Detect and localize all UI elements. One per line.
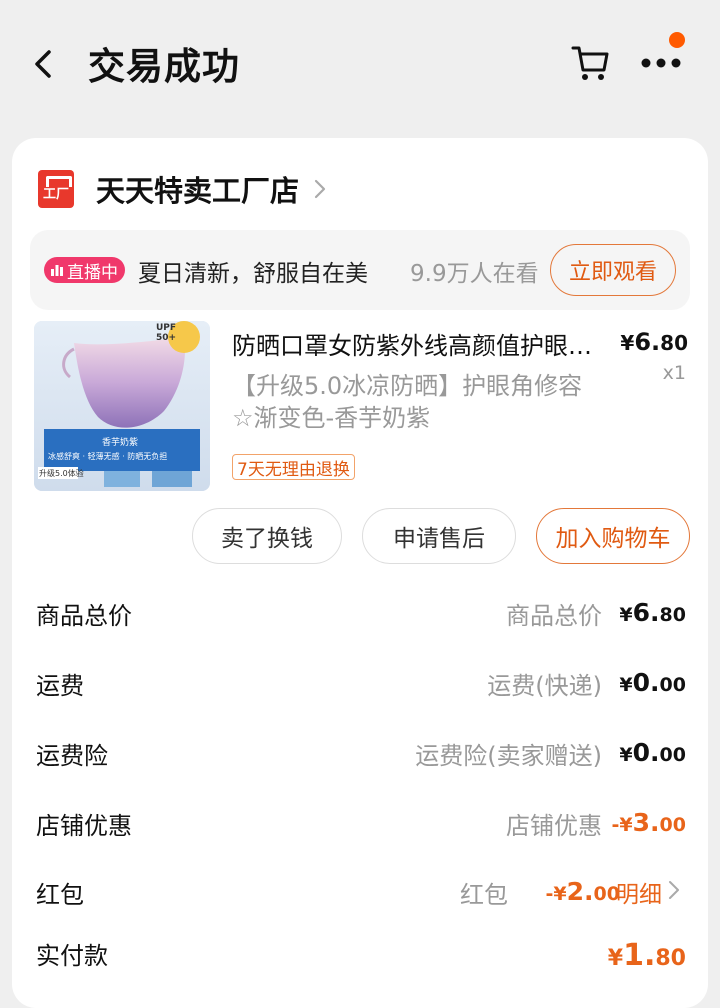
row-value: -¥3.00 (611, 808, 686, 837)
chevron-right-icon[interactable] (668, 880, 680, 900)
add-to-cart-button[interactable]: 加入购物车 (536, 508, 690, 564)
back-icon[interactable] (30, 44, 56, 84)
notification-dot (669, 32, 685, 48)
sell-button[interactable]: 卖了换钱 (192, 508, 342, 564)
product-quantity: x1 (662, 362, 686, 384)
price-decimal: 80 (660, 331, 688, 355)
chevron-right-icon (314, 179, 326, 199)
row-label: 运费险 (36, 742, 108, 770)
product-spec: 【升级5.0冰凉防晒】护眼角修容☆渐变色-香芋奶紫 (232, 372, 583, 432)
color-name-label: 香芋奶紫 (102, 438, 139, 448)
top-bar: 交易成功 (0, 0, 720, 125)
product-price: ¥6.80 (620, 328, 688, 356)
shop-logo: 工厂 (38, 170, 74, 208)
currency-symbol: ¥ (620, 331, 635, 355)
row-value: ¥0.00 (619, 738, 686, 767)
summary-row-paid: 实付款 ¥1.80 (12, 932, 708, 976)
row-value: ¥6.80 (619, 598, 686, 627)
viewer-count: 9.9万人在看 (410, 261, 539, 287)
row-label: 运费 (36, 672, 84, 700)
summary-row-shipping: 运费 运费(快递) ¥0.00 (12, 662, 708, 706)
order-card: 工厂 天天特卖工厂店 直播中 夏日清新，舒服自在美 9.9万人在看 立即观看 U… (12, 138, 708, 1008)
live-badge: 直播中 (44, 257, 125, 283)
version-tag-label: 升级5.0体验 (39, 469, 84, 478)
summary-row-shipping-insurance: 运费险 运费险(卖家赠送) ¥0.00 (12, 732, 708, 776)
row-value: -¥2.00 (545, 877, 620, 906)
summary-row-total: 商品总价 商品总价 ¥6.80 (12, 592, 708, 636)
summary-row-hongbao[interactable]: 红包 红包 -¥2.00 明细 (12, 871, 708, 915)
mask-illustration (34, 321, 210, 491)
row-label: 实付款 (36, 942, 108, 970)
row-value: ¥0.00 (619, 668, 686, 697)
row-sub-label: 店铺优惠 (506, 812, 602, 840)
live-bars-icon (51, 265, 63, 276)
shop-header[interactable]: 工厂 天天特卖工厂店 (38, 168, 327, 210)
price-integer: 6. (634, 328, 661, 356)
row-sub-label: 运费险(卖家赠送) (415, 742, 602, 770)
after-sale-button[interactable]: 申请售后 (362, 508, 516, 564)
return-policy-tag: 7天无理由退换 (232, 454, 355, 480)
live-text: 夏日清新，舒服自在美 (138, 261, 368, 287)
row-sub-label: 商品总价 (506, 602, 602, 630)
cart-icon[interactable] (570, 42, 610, 84)
row-label: 商品总价 (36, 602, 132, 630)
more-icon[interactable] (640, 54, 682, 72)
row-sub-label: 红包 (460, 881, 508, 909)
row-label: 红包 (36, 881, 84, 909)
live-banner[interactable]: 直播中 夏日清新，舒服自在美 9.9万人在看 立即观看 (30, 230, 690, 310)
summary-row-shop-discount: 店铺优惠 店铺优惠 -¥3.00 (12, 802, 708, 846)
features-label: 冰感舒爽 · 轻薄无感 · 防晒无负担 (48, 452, 168, 461)
product-image[interactable]: UPF 50+ 香芋奶紫 冰感舒爽 · 轻薄无感 · 防晒无负担 升级5.0体验 (34, 321, 210, 491)
live-badge-label: 直播中 (67, 262, 118, 283)
shop-name[interactable]: 天天特卖工厂店 (96, 168, 299, 210)
row-sub-label: 运费(快递) (487, 672, 602, 700)
watch-now-button[interactable]: 立即观看 (550, 244, 676, 296)
detail-link[interactable]: 明细 (616, 875, 662, 909)
upf-label: UPF 50+ (156, 323, 177, 343)
paid-amount: ¥1.80 (607, 938, 686, 973)
row-label: 店铺优惠 (36, 812, 132, 840)
product-title[interactable]: 防晒口罩女防紫外线高颜值护眼角修容 (232, 326, 612, 361)
page-title: 交易成功 (88, 45, 240, 88)
